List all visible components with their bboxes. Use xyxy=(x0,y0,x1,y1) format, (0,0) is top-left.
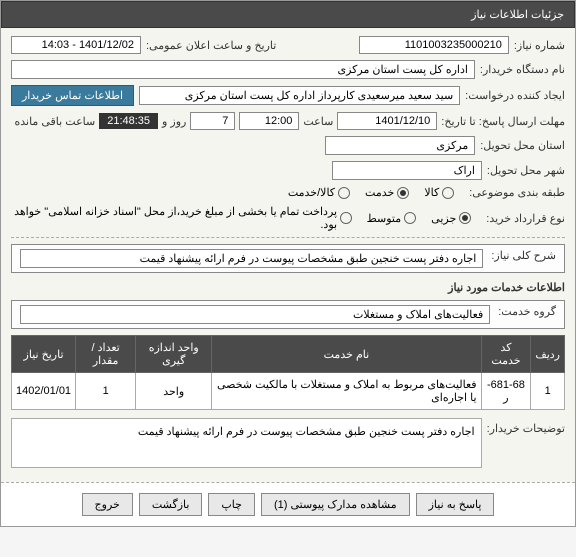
cell-row: 1 xyxy=(531,373,565,410)
attachments-button[interactable]: مشاهده مدارک پیوستی (1) xyxy=(261,493,410,516)
print-button[interactable]: چاپ xyxy=(208,493,255,516)
creator-label: ایجاد کننده درخواست: xyxy=(465,89,565,102)
divider xyxy=(11,237,565,238)
radio-label-both: کالا/خدمت xyxy=(288,186,335,199)
group-value: فعالیت‌های املاک و مستغلات xyxy=(20,305,490,324)
th-qty: تعداد / مقدار xyxy=(76,336,136,373)
contact-info-button[interactable]: اطلاعات تماس خریدار xyxy=(11,85,134,106)
th-code: کد خدمت xyxy=(481,336,531,373)
buyer-value: اداره کل پست استان مرکزی xyxy=(11,60,475,79)
radio-type-service[interactable]: خدمت xyxy=(365,186,409,199)
desc-label: شرح کلی نیاز: xyxy=(491,249,556,268)
radio-icon xyxy=(397,187,409,199)
agreement-label: نوع قرارداد خرید: xyxy=(486,212,565,225)
deadline-date: 1401/12/10 xyxy=(337,112,437,130)
th-row: ردیف xyxy=(531,336,565,373)
cell-qty: 1 xyxy=(76,373,136,410)
buyer-label: نام دستگاه خریدار: xyxy=(480,63,565,76)
req-no-label: شماره نیاز: xyxy=(514,39,565,52)
services-header: اطلاعات خدمات مورد نیاز xyxy=(11,281,565,294)
days-value: 7 xyxy=(190,112,235,130)
deadline-label: مهلت ارسال پاسخ: تا تاریخ: xyxy=(441,115,565,128)
radio-type-both[interactable]: کالا/خدمت xyxy=(288,186,350,199)
city-value: اراک xyxy=(332,161,482,180)
radio-agree-medium[interactable]: متوسط xyxy=(367,212,417,225)
radio-type-goods[interactable]: کالا xyxy=(424,186,454,199)
radio-label-service: خدمت xyxy=(365,186,394,199)
th-unit: واحد اندازه گیری xyxy=(136,336,212,373)
req-no-value: 1101003235000210 xyxy=(359,36,509,54)
days-label: روز و xyxy=(162,115,186,128)
radio-icon xyxy=(340,212,352,224)
panel-header: جزئیات اطلاعات نیاز xyxy=(1,1,575,28)
province-value: مرکزی xyxy=(325,136,475,155)
desc-value: اجاره دفتر پست خنجین طبق مشخصات پیوست در… xyxy=(20,249,483,268)
cell-date: 1402/01/01 xyxy=(12,373,76,410)
services-table: ردیف کد خدمت نام خدمت واحد اندازه گیری ت… xyxy=(11,335,565,410)
remain-time: 21:48:35 xyxy=(99,113,158,129)
type-label: طبقه بندی موضوعی: xyxy=(469,186,565,199)
cell-code: 681-68-ر xyxy=(481,373,531,410)
radio-agree-note: پرداخت تمام یا بخشی از مبلغ خرید،از محل … xyxy=(11,205,352,231)
remain-label: ساعت باقی مانده xyxy=(14,115,95,128)
radio-icon xyxy=(442,187,454,199)
group-label: گروه خدمت: xyxy=(498,305,556,324)
radio-agree-minor[interactable]: جزیی xyxy=(431,212,471,225)
time-label-1: ساعت xyxy=(303,115,333,128)
creator-value: سید سعید میرسعیدی کارپرداز اداره کل پست … xyxy=(139,86,460,105)
radio-label-medium: متوسط xyxy=(367,212,402,225)
ann-date-value: 1401/12/02 - 14:03 xyxy=(11,36,141,54)
exit-button[interactable]: خروج xyxy=(82,493,133,516)
radio-icon xyxy=(404,212,416,224)
province-label: استان محل تحویل: xyxy=(480,139,565,152)
radio-icon xyxy=(459,212,471,224)
back-button[interactable]: بازگشت xyxy=(139,493,203,516)
action-bar: پاسخ به نیاز مشاهده مدارک پیوستی (1) چاپ… xyxy=(1,482,575,526)
agree-note-text: پرداخت تمام یا بخشی از مبلغ خرید،از محل … xyxy=(11,205,337,231)
table-row: 1 681-68-ر فعالیت‌های مربوط به املاک و م… xyxy=(12,373,565,410)
radio-label-goods: کالا xyxy=(424,186,439,199)
cell-name: فعالیت‌های مربوط به املاک و مستغلات با م… xyxy=(212,373,481,410)
city-label: شهر محل تحویل: xyxy=(487,164,565,177)
cell-unit: واحد xyxy=(136,373,212,410)
deadline-time: 12:00 xyxy=(239,112,299,130)
buyer-notes-label: توضیحات خریدار: xyxy=(487,418,565,435)
th-date: تاریخ نیاز xyxy=(12,336,76,373)
radio-icon xyxy=(338,187,350,199)
ann-date-label: تاریخ و ساعت اعلان عمومی: xyxy=(146,39,276,52)
reply-button[interactable]: پاسخ به نیاز xyxy=(416,493,495,516)
header-title: جزئیات اطلاعات نیاز xyxy=(471,9,564,21)
radio-label-minor: جزیی xyxy=(431,212,456,225)
th-name: نام خدمت xyxy=(212,336,481,373)
buyer-notes-value: اجاره دفتر پست خنجین طبق مشخصات پیوست در… xyxy=(11,418,482,468)
